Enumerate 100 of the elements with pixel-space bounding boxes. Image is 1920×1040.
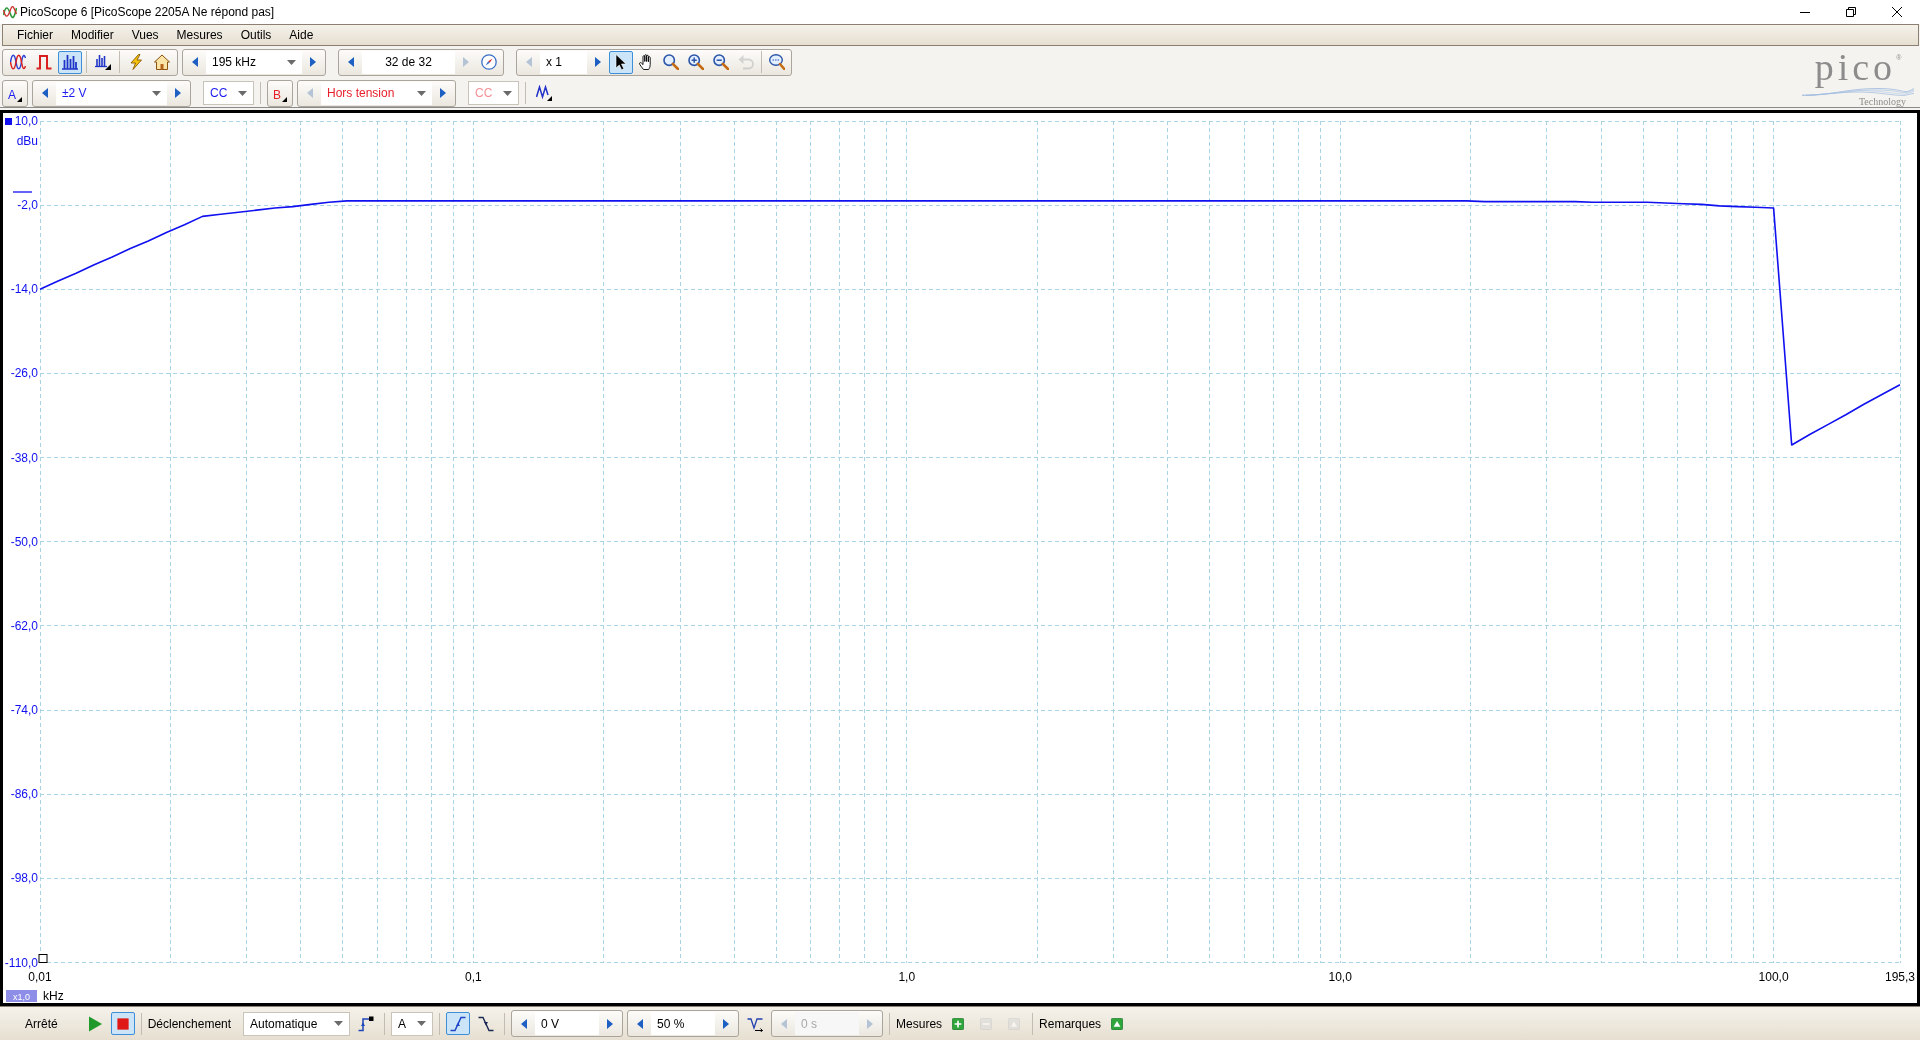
menu-item[interactable]: Mesures <box>167 26 232 44</box>
restore-icon <box>1846 7 1856 17</box>
hand-icon <box>638 54 654 70</box>
buffer-field[interactable]: 32 de 32 <box>362 50 455 74</box>
window-title: PicoScope 6 [PicoScope 2205A Ne répond pas] <box>20 5 275 19</box>
menu-item[interactable]: Aide <box>280 26 323 44</box>
zoom-icon <box>663 54 679 70</box>
trigger-mode-dropdown[interactable]: Automatique <box>243 1011 351 1036</box>
wide-magnifier-icon <box>769 54 785 70</box>
caret-icon <box>503 90 512 96</box>
stop-icon <box>116 1017 129 1030</box>
x-zoom-badge: x1,0 <box>6 990 37 1002</box>
logo-wordmark: pico <box>1814 46 1897 88</box>
wave-lines-icon <box>1802 88 1914 96</box>
x-tick-label: 100,0 <box>1758 970 1789 984</box>
channel-button[interactable]: B <box>269 81 291 105</box>
step-edge-icon <box>358 1015 375 1032</box>
x-tick-label: 195,3 <box>1885 970 1915 984</box>
lightning-icon <box>128 54 144 70</box>
right-triangle-icon <box>595 57 601 67</box>
y-tick-label: -110,0 <box>4 955 38 970</box>
triangle-tile-icon <box>1111 1017 1124 1030</box>
acquisition-status: Arrêté <box>25 1016 58 1031</box>
range-dropdown[interactable]: ±2 V <box>56 81 167 105</box>
x-tick-label: 0,01 <box>28 970 52 984</box>
x-axis-unit: kHz <box>43 989 64 1003</box>
frequency-dropdown[interactable]: 195 kHz <box>206 50 302 74</box>
minimize-icon <box>1800 11 1810 13</box>
bar-graph-icon <box>95 54 111 70</box>
trigger-source-dropdown[interactable]: A <box>391 1011 434 1036</box>
trigger-label: Déclenchement <box>147 1016 232 1031</box>
zoom-in-icon <box>688 54 704 70</box>
menu-item[interactable]: Modifier <box>62 26 123 44</box>
left-triangle-icon <box>307 88 313 98</box>
play-icon <box>86 1015 103 1032</box>
coupling-dropdown[interactable]: CC <box>203 81 254 105</box>
pre-trigger-field[interactable]: 50 % <box>651 1012 716 1035</box>
menu-item[interactable]: Fichier <box>8 26 62 44</box>
range-dropdown[interactable]: Hors tension <box>321 81 432 105</box>
y-tick-label: -74,0 <box>10 703 38 718</box>
y-tick-label: -86,0 <box>10 787 38 802</box>
left-triangle-icon <box>42 88 48 98</box>
right-triangle-icon <box>440 88 446 98</box>
y-axis-unit: dBu <box>16 134 38 148</box>
left-triangle-icon <box>521 1018 528 1029</box>
plus-icon <box>952 1017 965 1030</box>
stop-button[interactable] <box>110 1012 135 1035</box>
y-tick-label: -38,0 <box>10 450 38 465</box>
caret-icon <box>152 90 161 96</box>
right-triangle-icon <box>867 1018 874 1029</box>
logo-tagline: Technology <box>1858 96 1906 107</box>
caret-icon <box>417 1021 427 1026</box>
sine-waves-icon <box>10 54 26 70</box>
y-tick-label: -98,0 <box>10 871 38 886</box>
corner-triangle-icon <box>282 96 287 102</box>
spectrum-mode-button[interactable] <box>58 50 82 74</box>
threshold-field[interactable]: 0 V <box>535 1012 600 1035</box>
channel-button[interactable]: A <box>4 81 26 105</box>
zoom-out-icon <box>713 54 729 70</box>
y-tick-label: -62,0 <box>10 618 38 633</box>
y-tick-label: 10,0 <box>14 114 38 128</box>
menu-item[interactable]: Outils <box>231 26 281 44</box>
axis-handle[interactable] <box>38 954 48 963</box>
zoom-factor-field[interactable]: x 1 <box>540 50 587 74</box>
triangle-tile-icon <box>1008 1017 1021 1030</box>
pointer-icon <box>613 54 629 70</box>
caret-icon <box>287 59 296 65</box>
compass-icon <box>481 54 497 70</box>
square-pulse-icon <box>36 54 52 70</box>
minus-icon <box>980 1017 993 1030</box>
falling-edge-icon <box>478 1015 495 1032</box>
right-triangle-icon <box>175 88 181 98</box>
left-triangle-icon <box>637 1018 644 1029</box>
right-triangle-icon <box>310 57 316 67</box>
y-tick-label: -14,0 <box>10 282 38 297</box>
x-tick-label: 0,1 <box>465 970 482 984</box>
caret-icon <box>334 1021 344 1026</box>
caret-icon <box>417 90 426 96</box>
rising-edge-icon <box>450 1015 467 1032</box>
app-icon <box>3 5 17 19</box>
y-tick-label: -50,0 <box>10 534 38 549</box>
rising-edge-button[interactable] <box>446 1012 471 1035</box>
home-icon <box>154 54 170 70</box>
bar-graph-icon <box>62 54 78 70</box>
y-tick-label: -26,0 <box>10 366 38 381</box>
close-icon <box>1892 7 1902 17</box>
left-triangle-icon <box>781 1018 788 1029</box>
corner-triangle-icon <box>17 96 22 102</box>
right-triangle-icon <box>463 57 469 67</box>
pointer-tool-button[interactable] <box>609 50 633 74</box>
menu-item[interactable]: Vues <box>122 26 168 44</box>
y-tick-label: -2,0 <box>17 198 38 213</box>
zigzag-wave-icon <box>536 85 552 101</box>
left-triangle-icon <box>526 57 532 67</box>
delay-wave-icon <box>747 1015 764 1032</box>
x-tick-label: 10,0 <box>1328 970 1352 984</box>
undo-icon <box>738 54 754 70</box>
notes-label: Remarques <box>1039 1016 1102 1031</box>
right-triangle-icon <box>607 1018 614 1029</box>
measurements-label: Mesures <box>896 1016 943 1031</box>
